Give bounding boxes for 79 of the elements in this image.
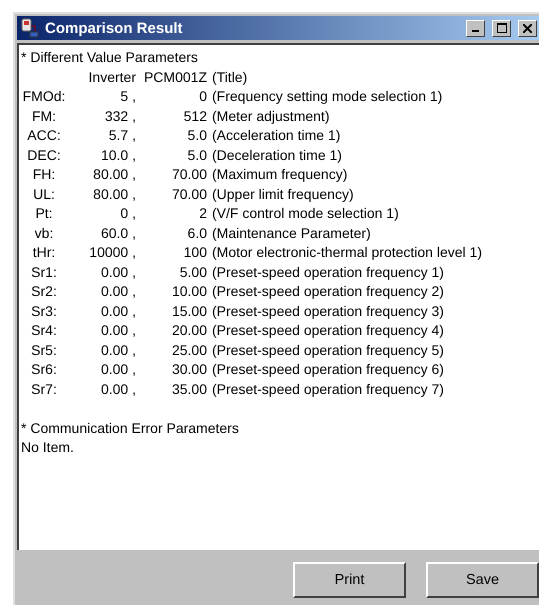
inverter-value: 0.00 ,: [100, 282, 136, 301]
inverter-value: 60.0 ,: [100, 224, 136, 242]
pc-value: 0: [198, 87, 207, 106]
parameter-name: vb:: [34, 224, 54, 242]
parameter-name: Sr3:: [30, 302, 58, 320]
inverter-value: 0.00 ,: [100, 380, 136, 398]
note-text: No Item.: [21, 438, 75, 457]
inverter-value: 10000 ,: [88, 243, 136, 262]
close-icon: [523, 24, 532, 32]
parameter-description: (Preset-speed operation frequency 2): [212, 282, 445, 301]
pc-value: 70.00: [170, 165, 207, 184]
inverter-value: 5 ,: [119, 87, 136, 106]
pc-value: 20.00: [170, 321, 207, 340]
section-heading: * Communication Error Parameters: [21, 418, 240, 438]
pc-value: 2: [198, 204, 207, 223]
window-title: Comparison Result: [45, 20, 184, 36]
parameter-name: Sr1:: [30, 262, 58, 282]
parameter-name: Pt:: [34, 204, 54, 223]
maximize-button[interactable]: [492, 20, 511, 36]
print-button[interactable]: Print: [293, 562, 406, 598]
parameter-description: (Upper limit frequency): [212, 184, 355, 204]
parameter-name: Sr7:: [30, 380, 58, 398]
pc-value: 70.00: [170, 184, 207, 204]
inverter-value: 0.00 ,: [100, 262, 136, 282]
parameter-name: FMOd:: [22, 87, 66, 106]
inverter-value: 80.00 ,: [92, 184, 136, 204]
pc-value: 35.00: [170, 380, 207, 398]
parameter-name: Sr4:: [30, 321, 58, 340]
close-button[interactable]: [518, 20, 537, 36]
parameter-description: (Preset-speed operation frequency 1): [212, 262, 445, 282]
parameter-name: Sr2:: [30, 282, 58, 301]
inverter-value: 0.00 ,: [100, 321, 136, 340]
parameter-name: FH:: [32, 165, 56, 184]
parameter-description: (Acceleration time 1): [212, 126, 342, 145]
app-icon: [20, 18, 40, 38]
parameter-description: (Deceleration time 1): [212, 146, 343, 165]
column-header: Inverter: [88, 68, 136, 86]
parameter-description: (Preset-speed operation frequency 6): [212, 360, 445, 379]
inverter-value: 5.7 ,: [108, 126, 136, 145]
pc-value: 5.00: [178, 262, 207, 282]
inverter-value: 0.00 ,: [100, 360, 136, 379]
inverter-value: 332 ,: [104, 106, 136, 126]
inverter-value: 0.00 ,: [100, 340, 136, 360]
column-header: PCM001Z: [142, 68, 207, 86]
parameter-name: UL:: [32, 184, 56, 204]
parameter-name: DEC:: [26, 146, 62, 164]
pc-value: 10.00: [170, 282, 207, 301]
pc-value: 100: [182, 243, 207, 262]
parameter-description: (Meter adjustment): [212, 106, 330, 126]
column-header: (Title): [212, 68, 248, 87]
inverter-value: 0 ,: [119, 204, 136, 223]
inverter-value: 80.00 ,: [92, 165, 136, 184]
minimize-button[interactable]: [466, 20, 485, 36]
parameter-name: ACC:: [26, 126, 62, 145]
parameter-description: (Frequency setting mode selection 1): [212, 87, 444, 106]
pc-value: 512: [182, 106, 207, 126]
pc-value: 5.0: [186, 126, 207, 145]
parameter-name: Sr5:: [30, 340, 58, 360]
maximize-icon: [496, 23, 506, 33]
pc-value: 5.0: [186, 146, 207, 164]
save-button[interactable]: Save: [426, 562, 539, 598]
parameter-name: FM:: [30, 106, 58, 126]
pc-value: 25.00: [170, 340, 207, 360]
section-heading: * Different Value Parameters: [21, 48, 199, 67]
parameter-description: (Motor electronic-thermal protection level 1): [212, 243, 483, 262]
parameter-description: (Preset-speed operation frequency 7): [212, 380, 445, 399]
inverter-value: 0.00 ,: [100, 302, 136, 320]
parameter-description: (Preset-speed operation frequency 3): [212, 302, 445, 321]
parameter-description: (Maintenance Parameter): [212, 224, 372, 243]
pc-value: 6.0: [186, 224, 207, 242]
parameter-name: tHr:: [32, 243, 56, 262]
inverter-value: 10.0 ,: [100, 146, 136, 164]
pc-value: 30.00: [170, 360, 207, 379]
parameter-description: (Preset-speed operation frequency 5): [212, 340, 445, 360]
parameter-description: (V/F control mode selection 1): [212, 204, 400, 223]
parameter-name: Sr6:: [30, 360, 58, 379]
parameter-description: (Preset-speed operation frequency 4): [212, 321, 445, 340]
pc-value: 15.00: [170, 302, 207, 320]
parameter-description: (Maximum frequency): [212, 165, 348, 184]
